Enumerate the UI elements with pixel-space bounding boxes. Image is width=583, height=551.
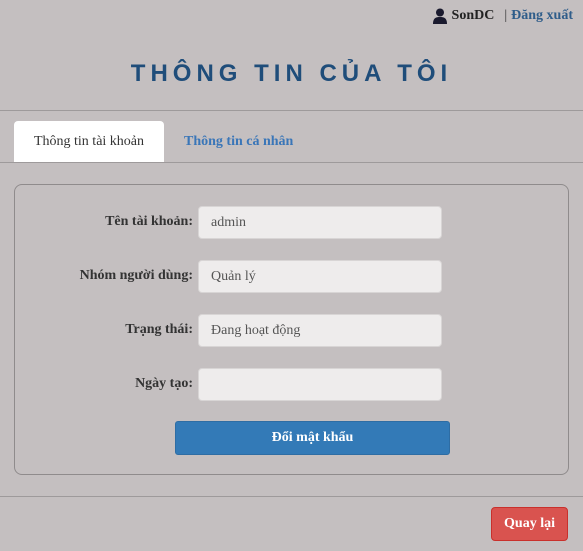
footer-divider (0, 496, 583, 497)
tab-personal-info[interactable]: Thông tin cá nhân (164, 121, 309, 162)
tab-bar: Thông tin tài khoản Thông tin cá nhân (14, 121, 309, 162)
form-row-user-group: Nhóm người dùng: (15, 260, 568, 294)
logout-link[interactable]: Đăng xuất (511, 8, 573, 24)
tab-divider (0, 162, 583, 163)
username-field[interactable] (198, 206, 442, 239)
user-group-field[interactable] (198, 260, 442, 293)
username: SonDC (451, 8, 495, 23)
user-icon (432, 8, 447, 24)
tab-account-info[interactable]: Thông tin tài khoản (14, 121, 164, 162)
change-password-button[interactable]: Đổi mật khẩu (175, 421, 450, 455)
username-label: Tên tài khoản: (105, 214, 193, 229)
form-row-status: Trạng thái: (15, 314, 568, 348)
status-field[interactable] (198, 314, 442, 347)
back-button[interactable]: Quay lại (491, 507, 568, 541)
account-info-panel: Tên tài khoản: Nhóm người dùng: Trạng th… (14, 184, 569, 475)
separator: | (504, 8, 508, 23)
created-date-field[interactable] (198, 368, 442, 401)
divider (0, 110, 583, 111)
user-group-label: Nhóm người dùng: (79, 268, 193, 283)
created-date-label: Ngày tạo: (135, 376, 193, 391)
page-title: THÔNG TIN CỦA TÔI (130, 60, 453, 87)
status-label: Trạng thái: (125, 322, 193, 337)
form-row-username: Tên tài khoản: (15, 206, 568, 240)
user-bar: SonDC | Đăng xuất (432, 8, 573, 24)
form-row-created-date: Ngày tạo: (15, 368, 568, 402)
